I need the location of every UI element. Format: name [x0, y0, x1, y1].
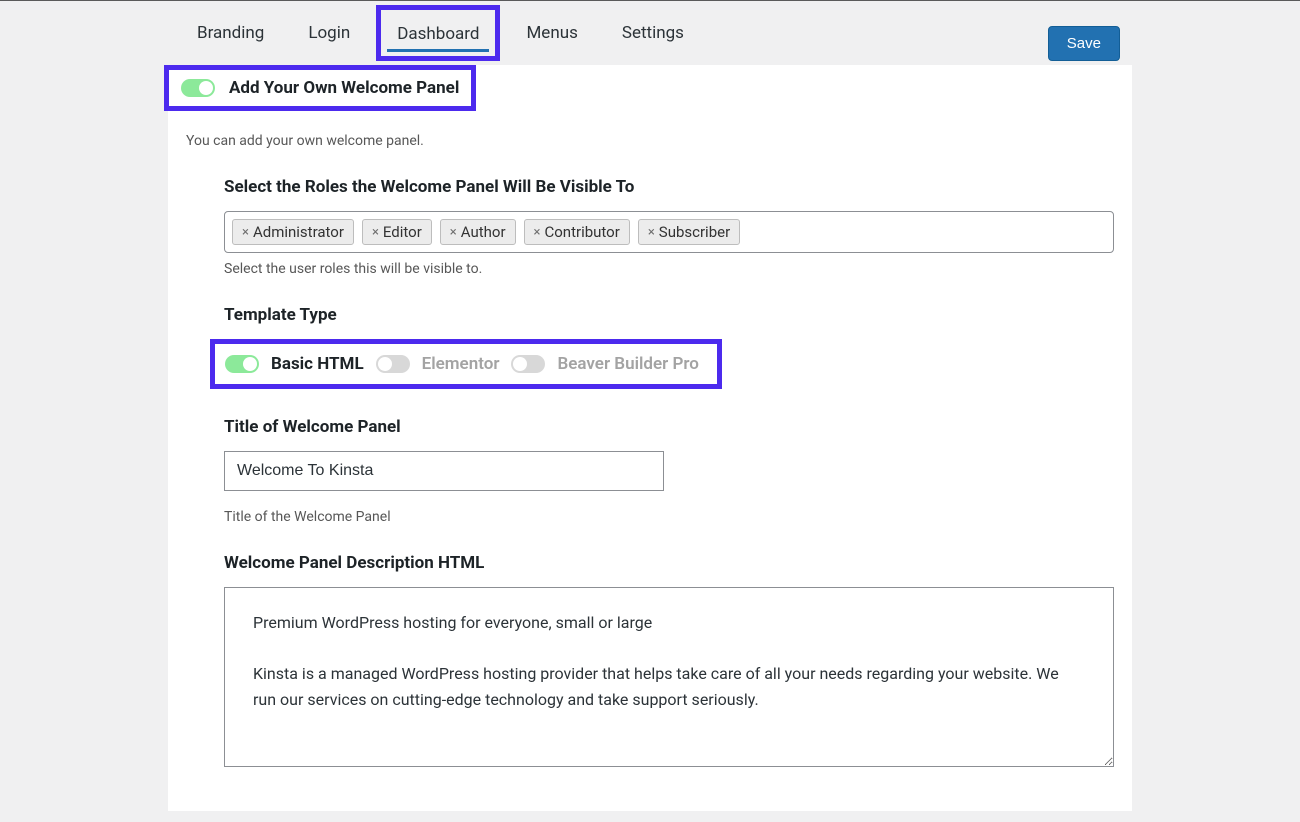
- remove-icon[interactable]: ×: [648, 225, 655, 240]
- tab-dashboard[interactable]: Dashboard: [376, 5, 500, 61]
- roles-select[interactable]: ×Administrator ×Editor ×Author ×Contribu…: [224, 211, 1114, 253]
- role-chip-contributor[interactable]: ×Contributor: [524, 219, 630, 245]
- chip-label: Administrator: [253, 223, 344, 241]
- roles-title: Select the Roles the Welcome Panel Will …: [224, 177, 1114, 197]
- beaver-label: Beaver Builder Pro: [557, 354, 698, 374]
- welcome-panel-toggle[interactable]: [181, 79, 215, 97]
- tab-login[interactable]: Login: [286, 9, 372, 57]
- welcome-title-input[interactable]: [224, 451, 664, 491]
- template-type-row: Basic HTML Elementor Beaver Builder Pro: [210, 339, 722, 389]
- tab-branding[interactable]: Branding: [175, 9, 286, 57]
- remove-icon[interactable]: ×: [450, 225, 457, 240]
- welcome-desc-label: Welcome Panel Description HTML: [224, 553, 1114, 573]
- settings-panel: Add Your Own Welcome Panel You can add y…: [168, 65, 1132, 811]
- role-chip-author[interactable]: × Author: [440, 219, 516, 245]
- welcome-desc-textarea[interactable]: [224, 587, 1114, 767]
- roles-hint: Select the user roles this will be visib…: [224, 261, 1114, 277]
- chip-label: Contributor: [544, 223, 619, 241]
- basic-html-toggle[interactable]: [225, 355, 259, 373]
- chip-label: Author: [461, 223, 506, 241]
- remove-icon[interactable]: ×: [242, 225, 249, 240]
- role-chip-administrator[interactable]: × Administrator: [232, 219, 354, 245]
- template-type-title: Template Type: [224, 305, 1114, 325]
- welcome-panel-header: Add Your Own Welcome Panel: [164, 65, 476, 111]
- elementor-label: Elementor: [422, 354, 500, 374]
- welcome-title-label: Title of Welcome Panel: [224, 417, 1114, 437]
- welcome-panel-description: You can add your own welcome panel.: [168, 111, 1132, 167]
- remove-icon[interactable]: ×: [372, 225, 379, 240]
- welcome-title-hint: Title of the Welcome Panel: [224, 509, 1114, 525]
- role-chip-editor[interactable]: × Editor: [362, 219, 432, 245]
- chip-label: Subscriber: [659, 223, 730, 241]
- tab-menus[interactable]: Menus: [504, 9, 599, 57]
- header-bar: Branding Login Dashboard Menus Settings …: [0, 0, 1300, 65]
- welcome-panel-toggle-label: Add Your Own Welcome Panel: [229, 78, 459, 98]
- tab-settings[interactable]: Settings: [600, 9, 706, 57]
- save-button[interactable]: Save: [1048, 26, 1120, 61]
- elementor-toggle[interactable]: [376, 355, 410, 373]
- beaver-toggle[interactable]: [511, 355, 545, 373]
- remove-icon[interactable]: ×: [534, 225, 541, 240]
- tab-list: Branding Login Dashboard Menus Settings: [20, 1, 706, 65]
- role-chip-subscriber[interactable]: × Subscriber: [638, 219, 740, 245]
- basic-html-label: Basic HTML: [271, 354, 364, 374]
- chip-label: Editor: [383, 223, 422, 241]
